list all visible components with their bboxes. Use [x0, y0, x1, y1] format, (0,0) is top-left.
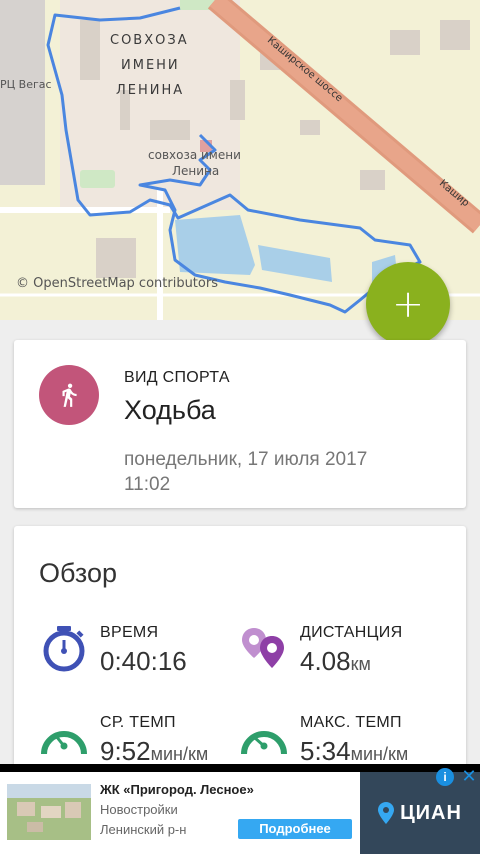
map-poi-label: РЦ Вегас	[0, 78, 52, 91]
stat-avg-pace-value: 9:52мин/км	[100, 736, 209, 766]
ad-close-icon[interactable]: ✕	[460, 767, 478, 785]
map-place-label-1: совхоза имени	[148, 148, 241, 162]
sport-type-caption: ВИД СПОРТА	[124, 369, 230, 386]
stat-max-pace-label: МАКС. ТЕМП	[300, 714, 402, 731]
sport-card[interactable]: ВИД СПОРТА Ходьба понедельник, 17 июля 2…	[14, 340, 466, 508]
ad-subtitle-1: Новостройки	[100, 802, 178, 817]
stopwatch-icon	[43, 626, 85, 672]
speedometer-icon	[241, 731, 287, 755]
add-button[interactable]: +	[366, 262, 450, 346]
plus-icon: +	[392, 282, 424, 326]
sport-type-name: Ходьба	[124, 395, 216, 425]
brand-pin-icon	[378, 802, 395, 824]
overview-title: Обзор	[39, 558, 117, 588]
stat-distance: ДИСТАНЦИЯ 4.08км	[240, 624, 440, 694]
map-district-label-1: СОВХОЗА	[110, 33, 189, 48]
map-district-label-3: ЛЕНИНА	[116, 83, 185, 98]
ad-banner[interactable]: ЖК «Пригород. Лесное» Новостройки Ленинс…	[0, 764, 480, 854]
ad-image[interactable]	[7, 784, 91, 840]
stat-duration: ВРЕМЯ 0:40:16	[40, 624, 240, 694]
ad-brand-name: ЦИАН	[400, 801, 462, 824]
ad-content[interactable]: ЖК «Пригород. Лесное» Новостройки Ленинс…	[0, 772, 480, 854]
ad-info-icon[interactable]: i	[436, 768, 454, 786]
workout-date: понедельник, 17 июля 2017	[124, 449, 368, 470]
stat-duration-label: ВРЕМЯ	[100, 624, 159, 641]
stat-distance-value: 4.08км	[300, 646, 371, 676]
walking-person-icon	[62, 383, 77, 407]
ad-subtitle-2: Ленинский р-н	[100, 822, 187, 837]
map-district-label-2: ИМЕНИ	[121, 58, 180, 73]
workout-datetime: понедельник, 17 июля 2017 11:02	[124, 447, 424, 497]
speedometer-icon	[41, 731, 87, 755]
workout-time: 11:02	[124, 474, 171, 495]
stat-duration-value: 0:40:16	[100, 646, 187, 676]
ad-details-button[interactable]: Подробнее	[238, 819, 352, 839]
location-pins-icon	[242, 628, 284, 668]
stat-avg-pace-label: СР. ТЕМП	[100, 714, 176, 731]
overview-card: Обзор ВРЕМЯ 0:40:16 ДИСТАНЦИЯ 4.08км СР.	[14, 526, 466, 786]
sport-type-avatar	[39, 365, 99, 425]
ad-title[interactable]: ЖК «Пригород. Лесное»	[100, 782, 254, 797]
stat-max-pace-value: 5:34мин/км	[300, 736, 409, 766]
map-attribution[interactable]: © OpenStreetMap contributors	[16, 276, 218, 291]
map-place-label-2: Ленина	[172, 164, 220, 178]
stat-distance-label: ДИСТАНЦИЯ	[300, 624, 403, 641]
